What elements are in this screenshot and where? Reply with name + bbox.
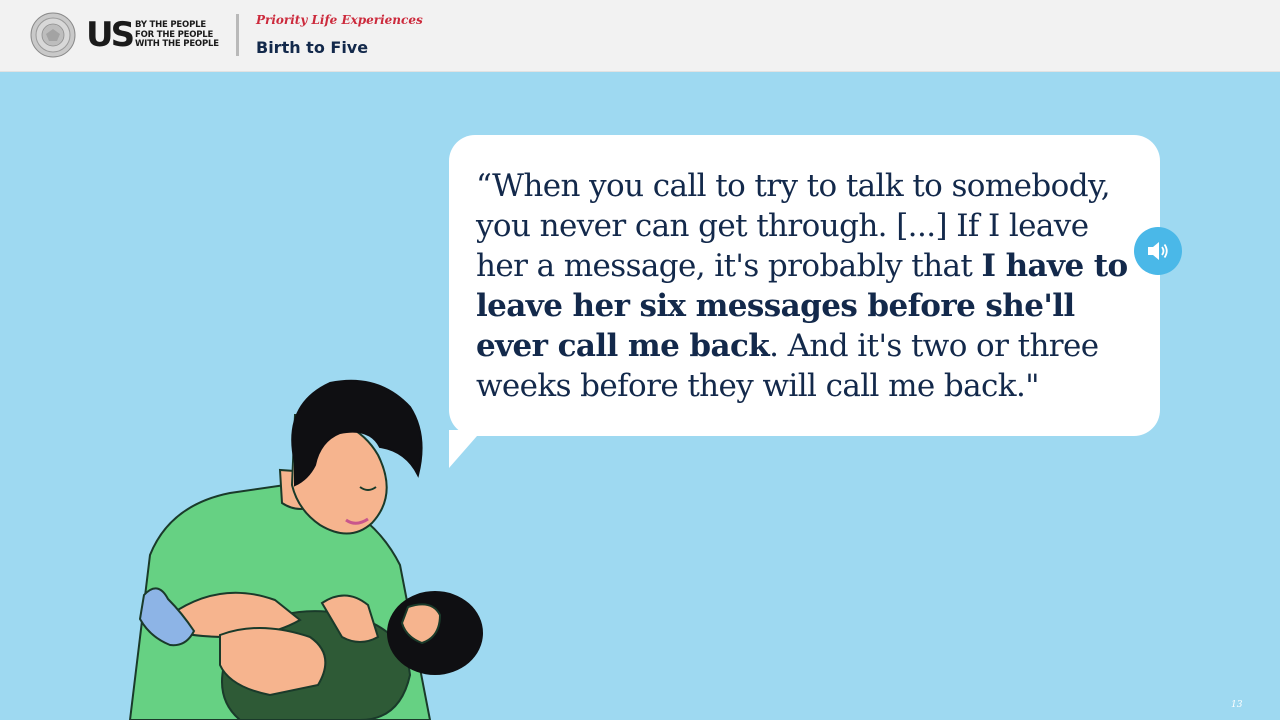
page-number: 13 — [1231, 700, 1243, 710]
us-logo: US — [86, 15, 135, 55]
audio-play-button[interactable] — [1134, 227, 1182, 275]
header-divider — [236, 14, 239, 56]
logo-tagline: BY THE PEOPLE FOR THE PEOPLE WITH THE PE… — [135, 20, 219, 49]
speaker-icon — [1148, 242, 1168, 260]
mother-holding-baby-illustration — [128, 379, 483, 720]
seal-icon — [30, 12, 76, 58]
page-title: Birth to Five — [256, 38, 369, 57]
section-subtitle: Priority Life Experiences — [256, 13, 423, 27]
testimonial-quote: “When you call to try to talk to somebod… — [476, 166, 1148, 406]
header-bar: US BY THE PEOPLE FOR THE PEOPLE WITH THE… — [0, 0, 1280, 72]
